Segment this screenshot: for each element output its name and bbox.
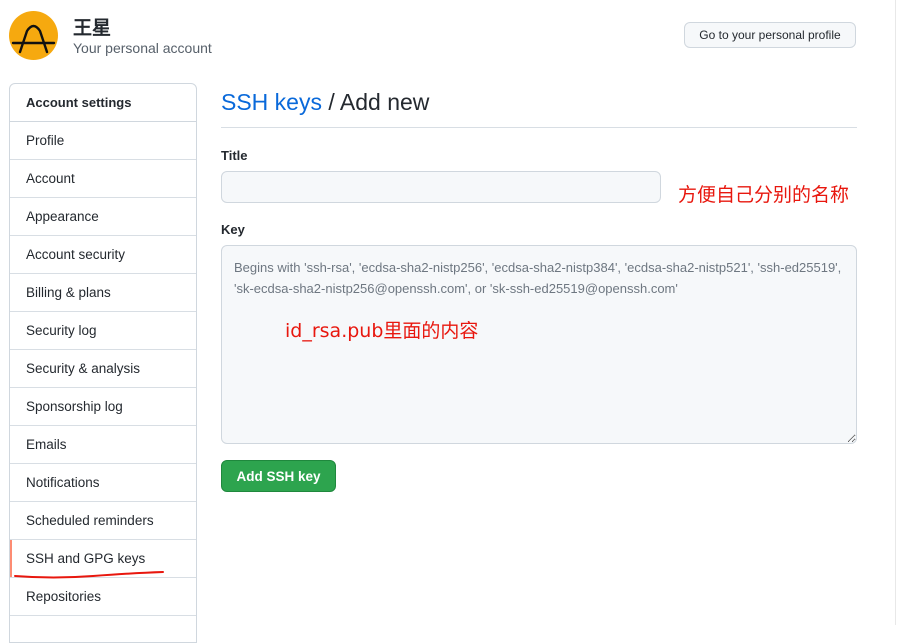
sidebar-item-appearance[interactable]: Appearance (10, 198, 196, 236)
key-annotation: id_rsa.pub里面的内容 (285, 320, 479, 342)
settings-sidebar: Account settings Profile Account Appeara… (9, 83, 197, 643)
account-subtitle: Your personal account (73, 40, 212, 56)
sidebar-heading: Account settings (10, 84, 196, 122)
sidebar-item-billing-plans[interactable]: Billing & plans (10, 274, 196, 312)
add-ssh-key-button[interactable]: Add SSH key (221, 460, 336, 492)
page-title: SSH keys / Add new (221, 89, 429, 116)
avatar[interactable] (9, 11, 58, 60)
sidebar-item-security-analysis[interactable]: Security & analysis (10, 350, 196, 388)
sidebar-item-security-log[interactable]: Security log (10, 312, 196, 350)
sidebar-item-repositories[interactable]: Repositories (10, 578, 196, 616)
breadcrumb-ssh-keys-link[interactable]: SSH keys (221, 89, 322, 115)
sidebar-item-notifications[interactable]: Notifications (10, 464, 196, 502)
sidebar-item-account[interactable]: Account (10, 160, 196, 198)
key-field-label: Key (221, 222, 245, 237)
go-to-profile-button[interactable]: Go to your personal profile (684, 22, 856, 48)
window-edge-divider (895, 0, 896, 625)
avatar-logo-icon (11, 24, 56, 54)
breadcrumb-separator: / (321, 89, 340, 115)
sidebar-item-profile[interactable]: Profile (10, 122, 196, 160)
title-annotation: 方便自己分别的名称 (678, 184, 850, 206)
sidebar-item-sponsorship-log[interactable]: Sponsorship log (10, 388, 196, 426)
title-divider (221, 127, 857, 128)
page-title-text: Add new (339, 89, 430, 115)
sidebar-item-account-security[interactable]: Account security (10, 236, 196, 274)
title-field-label: Title (221, 148, 248, 163)
key-textarea[interactable] (221, 245, 857, 444)
title-input[interactable] (221, 171, 661, 203)
account-name: 王星 (73, 18, 112, 39)
sidebar-item-scheduled-reminders[interactable]: Scheduled reminders (10, 502, 196, 540)
sidebar-item-emails[interactable]: Emails (10, 426, 196, 464)
annotation-underline (14, 571, 164, 579)
